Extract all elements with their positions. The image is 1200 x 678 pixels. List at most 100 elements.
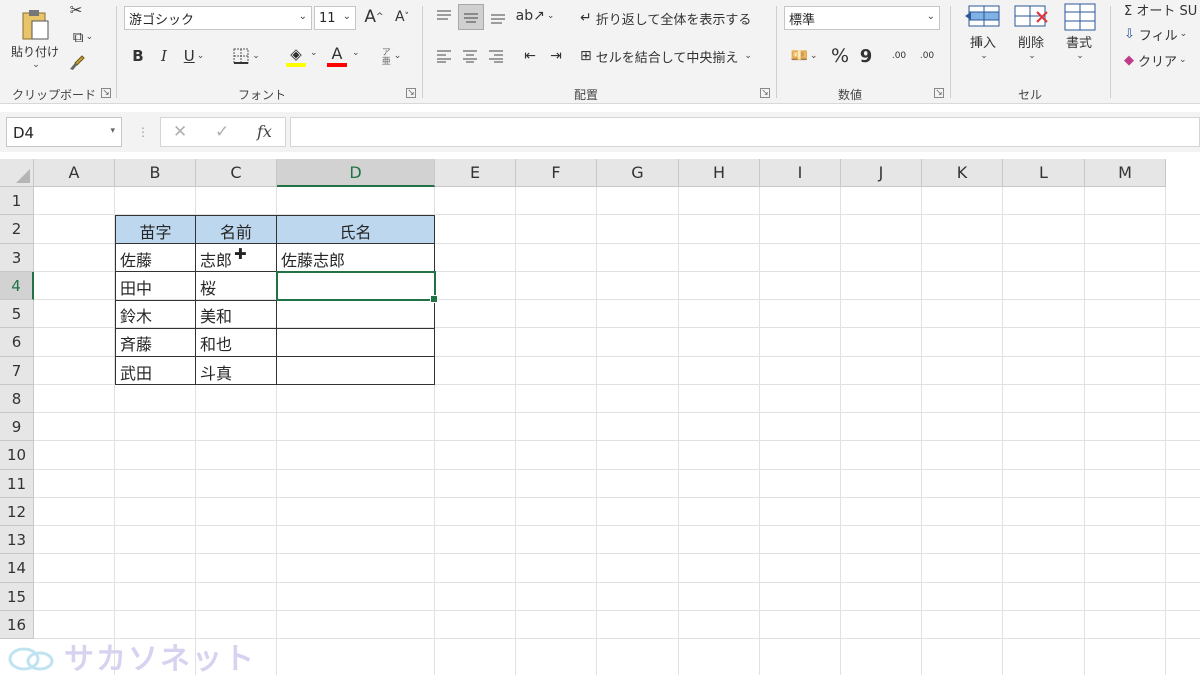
table-cell[interactable] bbox=[277, 356, 435, 386]
align-middle-button[interactable] bbox=[458, 4, 484, 30]
align-bottom-button[interactable] bbox=[486, 4, 510, 28]
format-painter-button[interactable] bbox=[66, 52, 88, 74]
row-header-4[interactable]: 4 bbox=[0, 271, 34, 300]
percent-button[interactable]: % bbox=[828, 44, 852, 68]
increase-indent-button[interactable]: ⇥ bbox=[544, 44, 568, 68]
row-header-15[interactable]: 15 bbox=[0, 582, 34, 611]
row-header-13[interactable]: 13 bbox=[0, 526, 34, 555]
phonetic-chevron-icon[interactable]: ⌄ bbox=[394, 51, 402, 61]
underline-chevron-icon[interactable]: ⌄ bbox=[197, 51, 205, 61]
table-cell[interactable]: 和也 bbox=[196, 328, 277, 357]
row-header-5[interactable]: 5 bbox=[0, 300, 34, 329]
row-header-14[interactable]: 14 bbox=[0, 554, 34, 583]
column-header-h[interactable]: H bbox=[679, 159, 760, 187]
cancel-icon[interactable]: ✕ bbox=[173, 122, 187, 142]
row-header-11[interactable]: 11 bbox=[0, 469, 34, 498]
row-header-7[interactable]: 7 bbox=[0, 356, 34, 385]
increase-decimal-button[interactable]: .00 bbox=[886, 44, 912, 68]
column-header-g[interactable]: G bbox=[597, 159, 679, 187]
table-cell[interactable]: 斗真 bbox=[196, 356, 277, 386]
row-header-8[interactable]: 8 bbox=[0, 384, 34, 413]
table-cell[interactable] bbox=[277, 300, 435, 329]
paste-chevron-icon[interactable]: ⌄ bbox=[32, 60, 40, 70]
font-size-combo[interactable]: 11 ⌄ bbox=[314, 6, 356, 30]
font-launcher-icon[interactable]: ↘ bbox=[406, 88, 416, 98]
number-launcher-icon[interactable]: ↘ bbox=[934, 88, 944, 98]
grow-font-button[interactable]: A ^ bbox=[362, 6, 386, 28]
name-box-chevron-icon[interactable]: ▾ bbox=[110, 126, 115, 136]
table-header-cell[interactable]: 氏名 bbox=[277, 215, 435, 244]
column-header-j[interactable]: J bbox=[841, 159, 922, 187]
table-cell[interactable]: 武田 bbox=[115, 356, 196, 386]
borders-button[interactable]: ⌄ bbox=[226, 44, 266, 68]
fill-color-chevron-icon[interactable]: ⌄ bbox=[310, 48, 318, 58]
formula-bar-grip-icon[interactable]: ⋮ bbox=[137, 125, 149, 139]
column-header-i[interactable]: I bbox=[760, 159, 841, 187]
phonetic-button[interactable]: ア亜 ⌄ bbox=[370, 42, 410, 70]
bold-button[interactable]: B bbox=[126, 44, 150, 68]
select-all-button[interactable] bbox=[0, 159, 34, 187]
column-header-d[interactable]: D bbox=[277, 159, 435, 187]
format-chevron-icon[interactable]: ⌄ bbox=[1076, 51, 1084, 61]
clear-button[interactable]: ◆ クリア ⌄ bbox=[1124, 50, 1200, 70]
insert-button[interactable]: 挿入 ⌄ bbox=[960, 2, 1006, 72]
alignment-launcher-icon[interactable]: ↘ bbox=[760, 88, 770, 98]
enter-icon[interactable]: ✓ bbox=[215, 122, 229, 142]
orientation-chevron-icon[interactable]: ⌄ bbox=[547, 11, 555, 21]
italic-button[interactable]: I bbox=[152, 44, 176, 68]
row-header-10[interactable]: 10 bbox=[0, 441, 34, 470]
cut-button[interactable]: ✂ bbox=[66, 0, 86, 20]
formula-input[interactable] bbox=[290, 117, 1200, 147]
wrap-text-button[interactable]: ↵ 折り返して全体を表示する bbox=[580, 6, 760, 30]
column-header-k[interactable]: K bbox=[922, 159, 1003, 187]
decrease-indent-button[interactable]: ⇤ bbox=[518, 44, 542, 68]
fill-chevron-icon[interactable]: ⌄ bbox=[1180, 29, 1188, 39]
table-cell[interactable]: 佐藤 bbox=[115, 243, 196, 273]
row-header-3[interactable]: 3 bbox=[0, 243, 34, 272]
row-header-2[interactable]: 2 bbox=[0, 215, 34, 244]
clipboard-launcher-icon[interactable]: ↘ bbox=[101, 88, 111, 98]
merge-chevron-icon[interactable]: ⌄ bbox=[744, 51, 752, 61]
align-center-button[interactable] bbox=[458, 44, 482, 68]
column-header-f[interactable]: F bbox=[516, 159, 597, 187]
align-left-button[interactable] bbox=[432, 44, 456, 68]
row-header-6[interactable]: 6 bbox=[0, 328, 34, 357]
table-header-cell[interactable]: 苗字 bbox=[115, 215, 196, 244]
insert-function-icon[interactable]: fx bbox=[257, 122, 272, 141]
font-color-chevron-icon[interactable]: ⌄ bbox=[352, 48, 360, 58]
autosum-button[interactable]: Σ オート SU bbox=[1124, 0, 1200, 19]
underline-button[interactable]: U ⌄ bbox=[178, 44, 210, 68]
table-cell[interactable]: 鈴木 bbox=[115, 300, 196, 329]
align-top-button[interactable] bbox=[432, 4, 456, 28]
shrink-font-button[interactable]: A ˅ bbox=[390, 6, 414, 28]
fill-button[interactable]: ⇩ フィル ⌄ bbox=[1124, 24, 1200, 44]
delete-button[interactable]: 削除 ⌄ bbox=[1008, 2, 1054, 72]
name-box[interactable]: D4 ▾ bbox=[6, 117, 122, 147]
font-color-button[interactable]: A bbox=[322, 42, 352, 70]
accounting-chevron-icon[interactable]: ⌄ bbox=[810, 51, 818, 61]
column-header-m[interactable]: M bbox=[1085, 159, 1166, 187]
merge-center-button[interactable]: ⊞ セルを結合して中央揃え ⌄ bbox=[580, 44, 762, 68]
copy-chevron-icon[interactable]: ⌄ bbox=[86, 32, 94, 42]
decrease-decimal-button[interactable]: .00 bbox=[914, 44, 940, 68]
row-header-12[interactable]: 12 bbox=[0, 497, 34, 526]
delete-chevron-icon[interactable]: ⌄ bbox=[1028, 51, 1036, 61]
fill-color-button[interactable]: ◈ bbox=[278, 42, 314, 70]
column-header-l[interactable]: L bbox=[1003, 159, 1085, 187]
number-format-combo[interactable]: 標準 ⌄ bbox=[784, 6, 940, 30]
column-header-a[interactable]: A bbox=[34, 159, 115, 187]
table-cell[interactable]: 佐藤志郎 bbox=[277, 243, 435, 273]
insert-chevron-icon[interactable]: ⌄ bbox=[980, 51, 988, 61]
align-right-button[interactable] bbox=[484, 44, 508, 68]
row-header-9[interactable]: 9 bbox=[0, 413, 34, 442]
orientation-button[interactable]: ab↗ ⌄ bbox=[516, 4, 555, 28]
table-cell[interactable] bbox=[277, 328, 435, 357]
active-cell-d4[interactable] bbox=[276, 271, 438, 303]
accounting-button[interactable]: 💴 ⌄ bbox=[784, 44, 824, 68]
clear-chevron-icon[interactable]: ⌄ bbox=[1179, 55, 1187, 65]
table-header-cell[interactable]: 名前 bbox=[196, 215, 277, 244]
comma-button[interactable]: 9 bbox=[856, 44, 876, 68]
borders-chevron-icon[interactable]: ⌄ bbox=[252, 51, 260, 61]
font-name-combo[interactable]: 游ゴシック ⌄ bbox=[124, 6, 312, 30]
column-header-c[interactable]: C bbox=[196, 159, 277, 187]
